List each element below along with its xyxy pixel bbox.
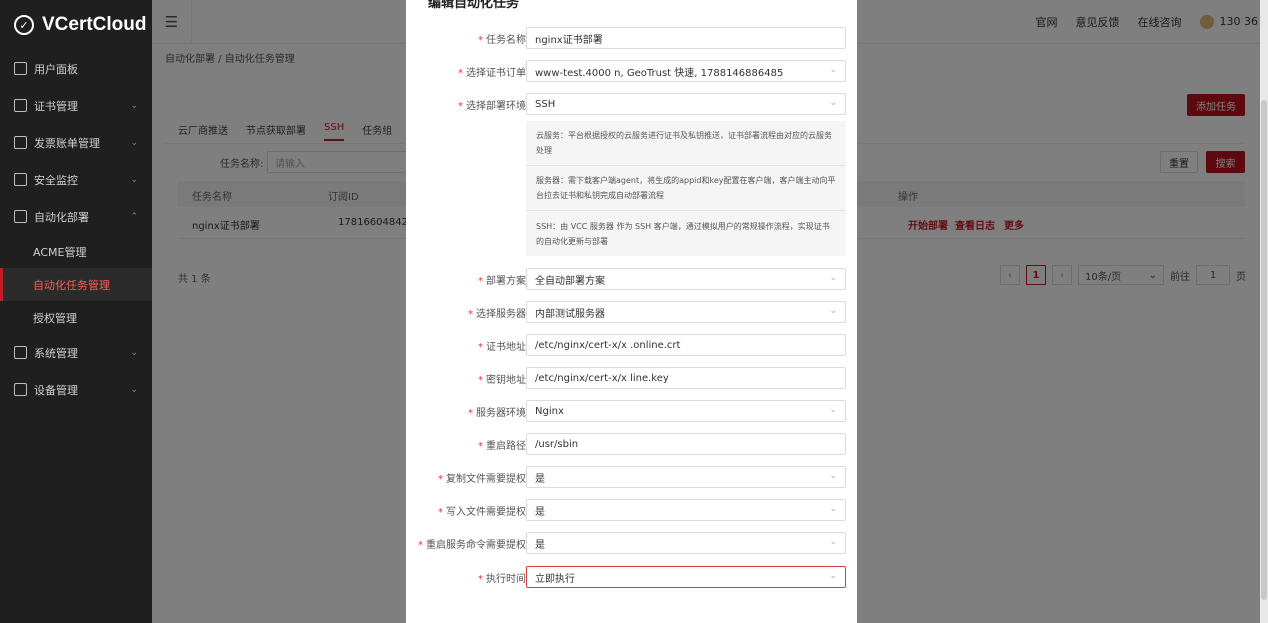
sidebar-item-label: 安全监控 (34, 173, 78, 187)
sidebar-item-user-panel[interactable]: 用户面板 (0, 50, 152, 87)
edit-task-dialog: 编辑自动化任务 * 任务名称 nginx证书部署 * 选择证书订单 www-test… (406, 0, 857, 623)
sidebar-item-label: 设备管理 (34, 383, 78, 397)
restart-path-input[interactable]: /usr/sbin (526, 433, 846, 455)
cert-order-select[interactable]: www-test.4000 n, GeoTrust 快速, 1788146886… (526, 60, 846, 82)
chevron-down-icon: ⌄ (829, 471, 837, 481)
sidebar-item-label: 自动化部署 (34, 210, 89, 224)
scrollbar[interactable] (1260, 0, 1268, 623)
select-value: 是 (535, 473, 545, 485)
select-value: 立即执行 (535, 573, 575, 585)
field-label: * 证书地址 (478, 342, 526, 353)
chevron-down-icon: ⌄ (130, 347, 138, 358)
form-row-key-path: * 密钥地址 /etc/nginx/cert-x/x line.key (406, 367, 857, 389)
field-label: * 复制文件需要提权 (438, 474, 526, 485)
field-label: * 选择证书订单 (458, 68, 526, 79)
select-value: 内部测试服务器 (535, 308, 605, 320)
chevron-down-icon: ⌄ (130, 384, 138, 395)
sidebar: ✓ VCertCloud 用户面板 证书管理 ⌄ 发票账单管理 ⌄ 安全监控 ⌄… (0, 0, 152, 623)
sidebar-item-invoice[interactable]: 发票账单管理 ⌄ (0, 124, 152, 161)
deploy-icon (14, 210, 27, 223)
sidebar-item-label: 发票账单管理 (34, 136, 100, 150)
form-row-write-sudo: * 写入文件需要提权 是 ⌄ (406, 499, 857, 521)
check-icon: ✓ (14, 15, 34, 35)
write-sudo-select[interactable]: 是 ⌄ (526, 499, 846, 521)
device-icon (14, 383, 27, 396)
chevron-down-icon: ⌄ (130, 137, 138, 148)
select-value: 是 (535, 539, 545, 551)
sidebar-subitem-authorization[interactable]: 授权管理 (0, 301, 152, 334)
form-row-restart-path: * 重启路径 /usr/sbin (406, 433, 857, 455)
chevron-down-icon: ⌄ (130, 174, 138, 185)
form-row-cert-path: * 证书地址 /etc/nginx/cert-x/x .online.crt (406, 334, 857, 356)
field-label: * 密钥地址 (478, 375, 526, 386)
form-row-server: * 选择服务器 内部测试服务器 ⌄ (406, 301, 857, 323)
field-label: * 服务器环境 (468, 408, 526, 419)
select-value: SSH (535, 98, 556, 110)
field-label: * 重启路径 (478, 441, 526, 452)
form-row-deploy-plan: * 部署方案 全自动部署方案 ⌄ (406, 268, 857, 290)
sidebar-item-cert[interactable]: 证书管理 ⌄ (0, 87, 152, 124)
server-env-select[interactable]: Nginx ⌄ (526, 400, 846, 422)
copy-sudo-select[interactable]: 是 ⌄ (526, 466, 846, 488)
chevron-down-icon: ⌄ (829, 571, 837, 581)
field-label: * 选择服务器 (468, 309, 526, 320)
field-label: * 执行时间 (478, 574, 526, 585)
deploy-env-info: 云服务：平台根据授权的云服务进行证书及私钥推送，证书部署流程由对应的云服务处理 … (526, 121, 846, 256)
system-icon (14, 346, 27, 359)
sidebar-item-label: 用户面板 (34, 62, 78, 76)
invoice-icon (14, 136, 27, 149)
deploy-env-select[interactable]: SSH ⌄ (526, 93, 846, 115)
sidebar-item-label: 证书管理 (34, 99, 78, 113)
sidebar-item-automation[interactable]: 自动化部署 ⌃ (0, 198, 152, 235)
form-row-restart-sudo: * 重启服务命令需要提权 是 ⌄ (406, 532, 857, 554)
chevron-down-icon: ⌄ (829, 405, 837, 415)
field-label: * 重启服务命令需要提权 (418, 540, 526, 551)
chevron-down-icon: ⌄ (829, 98, 837, 108)
scrollbar-thumb[interactable] (1261, 100, 1267, 600)
cert-path-input[interactable]: /etc/nginx/cert-x/x .online.crt (526, 334, 846, 356)
select-value: Nginx (535, 405, 564, 417)
dialog-title: 编辑自动化任务 (428, 0, 520, 11)
logo[interactable]: ✓ VCertCloud (0, 0, 152, 50)
sidebar-item-system[interactable]: 系统管理 ⌄ (0, 334, 152, 371)
restart-sudo-select[interactable]: 是 ⌄ (526, 532, 846, 554)
chevron-down-icon: ⌄ (829, 273, 837, 283)
sidebar-subitem-task-management[interactable]: 自动化任务管理 (0, 268, 152, 301)
form-row-cert-order: * 选择证书订单 www-test.4000 n, GeoTrust 快速, 17… (406, 60, 857, 82)
chevron-down-icon: ⌄ (829, 504, 837, 514)
form-row-exec-time: * 执行时间 立即执行 ⌄ (406, 566, 857, 588)
sidebar-subitem-acme[interactable]: ACME管理 (0, 235, 152, 268)
certificate-icon (14, 99, 27, 112)
exec-time-select[interactable]: 立即执行 ⌄ (526, 566, 846, 588)
form-row-server-env: * 服务器环境 Nginx ⌄ (406, 400, 857, 422)
logo-text: VCertCloud (42, 14, 147, 35)
deploy-plan-select[interactable]: 全自动部署方案 ⌄ (526, 268, 846, 290)
field-label: * 部署方案 (478, 276, 526, 287)
sidebar-item-device[interactable]: 设备管理 ⌄ (0, 371, 152, 408)
server-select[interactable]: 内部测试服务器 ⌄ (526, 301, 846, 323)
field-label: * 任务名称 (478, 35, 526, 46)
monitor-icon (14, 173, 27, 186)
select-value: 全自动部署方案 (535, 275, 605, 287)
sidebar-item-security[interactable]: 安全监控 ⌄ (0, 161, 152, 198)
info-cloud: 云服务：平台根据授权的云服务进行证书及私钥推送，证书部署流程由对应的云服务处理 (526, 121, 846, 166)
form-row-deploy-env: * 选择部署环境 SSH ⌄ (406, 93, 857, 115)
select-value: 是 (535, 506, 545, 518)
form-row-copy-sudo: * 复制文件需要提权 是 ⌄ (406, 466, 857, 488)
form-row-task-name: * 任务名称 nginx证书部署 (406, 27, 857, 49)
chevron-down-icon: ⌄ (829, 306, 837, 316)
field-label: * 选择部署环境 (458, 101, 526, 112)
field-label: * 写入文件需要提权 (438, 507, 526, 518)
info-ssh: SSH：由 VCC 服务器 作为 SSH 客户端，通过模拟用户的常规操作流程，实… (536, 221, 830, 246)
dashboard-icon (14, 62, 27, 75)
sidebar-item-label: 系统管理 (34, 346, 78, 360)
chevron-down-icon: ⌄ (829, 537, 837, 547)
task-name-input[interactable]: nginx证书部署 (526, 27, 846, 49)
info-server: 服务器：需下载客户端agent，将生成的appid和key配置在客户端，客户端主… (526, 166, 846, 211)
select-value: www-test.4000 n, GeoTrust 快速, 1788146886… (535, 67, 784, 79)
chevron-down-icon: ⌄ (829, 65, 837, 75)
chevron-up-icon: ⌃ (130, 211, 138, 222)
key-path-input[interactable]: /etc/nginx/cert-x/x line.key (526, 367, 846, 389)
chevron-down-icon: ⌄ (130, 100, 138, 111)
